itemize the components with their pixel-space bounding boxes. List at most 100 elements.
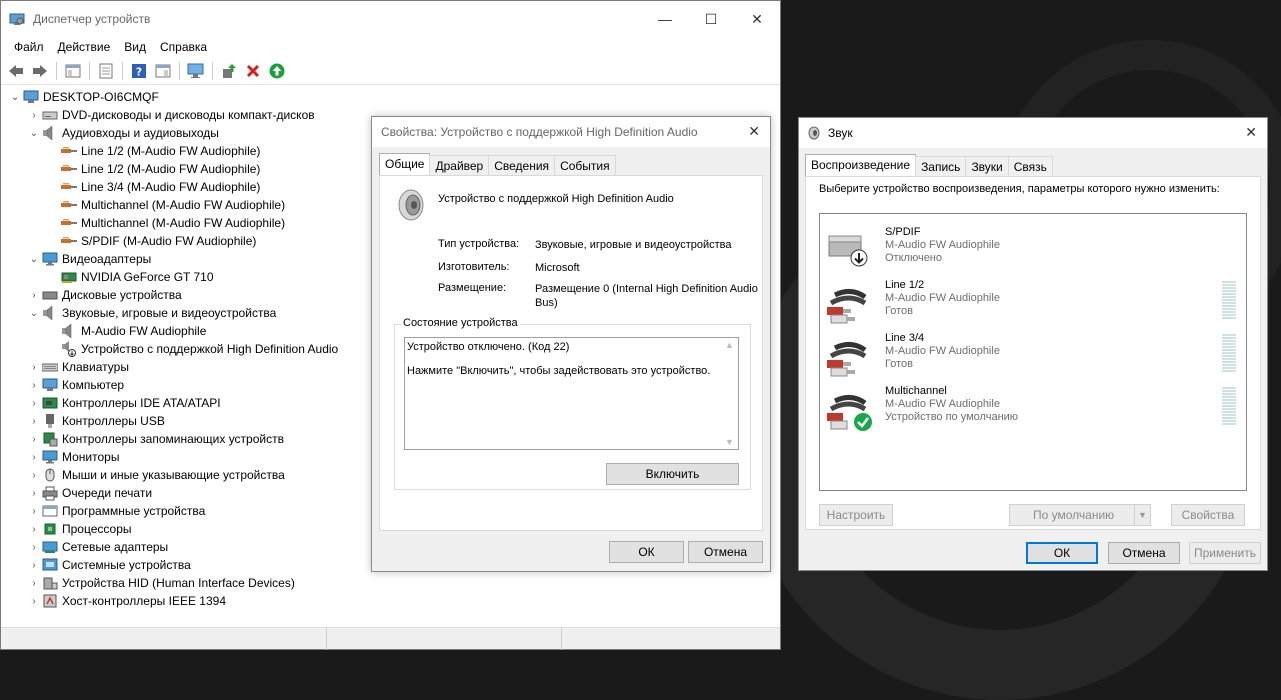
tree-root[interactable]: ⌄ DESKTOP-OI6CMQF [9, 88, 159, 106]
tab-events[interactable]: События [554, 155, 616, 175]
tree-device[interactable]: Устройство с поддержкой High Definition … [47, 340, 338, 358]
playback-device-item[interactable]: Multichannel M-Audio FW Audiophile Устройс… [820, 383, 1246, 433]
tree-category[interactable]: › Контроллеры USB [28, 412, 165, 430]
collapse-chevron-icon[interactable]: ⌄ [28, 128, 40, 139]
maximize-button[interactable]: ☐ [688, 1, 734, 37]
tab-playback[interactable]: Воспроизведение [805, 154, 917, 176]
meter-bar [1222, 290, 1236, 292]
tree-category[interactable]: ⌄ Аудиовходы и аудиовыходы [28, 124, 219, 142]
properties-button[interactable] [95, 60, 117, 82]
chevron-down-icon[interactable]: ▼ [1134, 505, 1150, 525]
tree-device[interactable]: S/PDIF (M-Audio FW Audiophile) [47, 232, 256, 250]
expand-chevron-icon[interactable]: › [28, 488, 40, 499]
expand-chevron-icon[interactable]: › [28, 434, 40, 445]
expand-chevron-icon[interactable]: › [28, 416, 40, 427]
expand-chevron-icon[interactable]: › [28, 380, 40, 391]
tree-category[interactable]: › DVD-дисководы и дисководы компакт-диско… [28, 106, 314, 124]
set-default-button[interactable]: По умолчанию ▼ [1009, 504, 1151, 526]
expand-chevron-icon[interactable]: › [28, 362, 40, 373]
tree-device[interactable]: NVIDIA GeForce GT 710 [47, 268, 214, 286]
tree-device[interactable]: Line 3/4 (M-Audio FW Audiophile) [47, 178, 260, 196]
uninstall-device-button[interactable] [242, 60, 264, 82]
tree-category[interactable]: › Дисковые устройства [28, 286, 181, 304]
tree-category[interactable]: › Контроллеры запоминающих устройств [28, 430, 284, 448]
tree-device[interactable]: Multichannel (M-Audio FW Audiophile) [47, 196, 285, 214]
tree-device[interactable]: M-Audio FW Audiophile [47, 322, 206, 340]
collapse-chevron-icon[interactable]: ⌄ [28, 254, 40, 265]
ok-button[interactable]: ОК [609, 541, 684, 563]
tree-category[interactable]: › Очереди печати [28, 484, 152, 502]
tab-driver[interactable]: Драйвер [429, 155, 490, 175]
tree-category[interactable]: ⌄ Звуковые, игровые и видеоустройства [28, 304, 276, 322]
tree-device[interactable]: Multichannel (M-Audio FW Audiophile) [47, 214, 285, 232]
update-driver-button[interactable] [218, 60, 240, 82]
expand-chevron-icon[interactable]: › [28, 596, 40, 607]
enable-device-button[interactable] [266, 60, 288, 82]
configure-button[interactable]: Настроить [819, 504, 893, 526]
expand-chevron-icon[interactable]: › [28, 290, 40, 301]
tree-category[interactable]: › Клавиатуры [28, 358, 129, 376]
scroll-down-icon[interactable]: ▼ [721, 437, 738, 447]
tab-details[interactable]: Сведения [488, 155, 556, 175]
expand-chevron-icon[interactable]: › [28, 506, 40, 517]
tree-category[interactable]: › Компьютер [28, 376, 124, 394]
playback-device-item[interactable]: Line 1/2 M-Audio FW Audiophile Готов [820, 277, 1246, 327]
tree-category[interactable]: › Контроллеры IDE ATA/ATAPI [28, 394, 220, 412]
tree-device[interactable]: Line 1/2 (M-Audio FW Audiophile) [47, 142, 260, 160]
expand-chevron-icon[interactable]: › [28, 110, 40, 121]
expand-chevron-icon[interactable]: › [28, 398, 40, 409]
sound-titlebar[interactable]: Звук ✕ [799, 118, 1267, 148]
expand-chevron-icon[interactable]: › [28, 470, 40, 481]
tree-category[interactable]: › Хост-контроллеры IEEE 1394 [28, 592, 226, 610]
tree-node-label: Сетевые адаптеры [62, 540, 169, 554]
device-status-textbox[interactable]: Устройство отключено. (Код 22) Нажмите "… [404, 337, 739, 450]
dialog-titlebar[interactable]: Свойства: Устройство с поддержкой High D… [372, 117, 770, 147]
device-manager-titlebar[interactable]: Диспетчер устройств — ☐ ✕ [1, 1, 780, 37]
forward-button[interactable] [29, 60, 51, 82]
cancel-button[interactable]: Отмена [1108, 542, 1180, 564]
collapse-chevron-icon[interactable]: ⌄ [28, 308, 40, 319]
playback-device-item[interactable]: S/PDIF M-Audio FW Audiophile Отключено [820, 224, 1246, 274]
menu-action[interactable]: Действие [51, 40, 118, 54]
tree-category[interactable]: ⌄ Видеоадаптеры [28, 250, 151, 268]
scan-hardware-button[interactable] [185, 60, 207, 82]
expand-chevron-icon[interactable]: › [28, 542, 40, 553]
apply-button[interactable]: Применить [1189, 542, 1261, 564]
playback-device-item[interactable]: Line 3/4 M-Audio FW Audiophile Готов [820, 330, 1246, 380]
menu-file[interactable]: Файл [7, 40, 51, 54]
expand-chevron-icon[interactable]: › [28, 560, 40, 571]
expand-chevron-icon[interactable]: › [28, 452, 40, 463]
tree-category[interactable]: › Сетевые адаптеры [28, 538, 168, 556]
show-hide-tree-button[interactable] [62, 60, 84, 82]
properties-button[interactable]: Свойства [1171, 504, 1245, 526]
tree-category[interactable]: › Мониторы [28, 448, 119, 466]
cancel-button[interactable]: Отмена [688, 541, 763, 563]
expand-chevron-icon[interactable]: › [28, 578, 40, 589]
tab-sounds[interactable]: Звуки [965, 156, 1009, 176]
status-scrollbar[interactable]: ▲ ▼ [721, 338, 738, 449]
collapse-chevron-icon[interactable]: ⌄ [9, 92, 21, 103]
close-button[interactable]: ✕ [734, 1, 780, 37]
tab-communications[interactable]: Связь [1007, 156, 1053, 176]
tree-category[interactable]: › Устройства HID (Human Interface Devices… [28, 574, 295, 592]
tree-category[interactable]: › Процессоры [28, 520, 131, 538]
tree-category[interactable]: › Мыши и иные указывающие устройства [28, 466, 284, 484]
menu-view[interactable]: Вид [117, 40, 153, 54]
help-button[interactable]: ? [128, 60, 150, 82]
expand-chevron-icon[interactable]: › [28, 524, 40, 535]
minimize-button[interactable]: — [642, 1, 688, 37]
properties-icon [99, 63, 113, 78]
tab-recording[interactable]: Запись [915, 156, 967, 176]
enable-device-button[interactable]: Включить [606, 463, 739, 485]
tree-device[interactable]: Line 1/2 (M-Audio FW Audiophile) [47, 160, 260, 178]
back-button[interactable] [5, 60, 27, 82]
tree-category[interactable]: › Системные устройства [28, 556, 190, 574]
close-icon[interactable]: ✕ [1245, 124, 1257, 141]
ok-button[interactable]: ОК [1026, 542, 1098, 564]
tab-general[interactable]: Общие [379, 153, 431, 175]
action-pane-button[interactable] [152, 60, 174, 82]
menu-help[interactable]: Справка [153, 40, 214, 54]
close-icon[interactable]: ✕ [748, 123, 760, 140]
scroll-up-icon[interactable]: ▲ [721, 340, 738, 350]
tree-category[interactable]: › Программные устройства [28, 502, 205, 520]
